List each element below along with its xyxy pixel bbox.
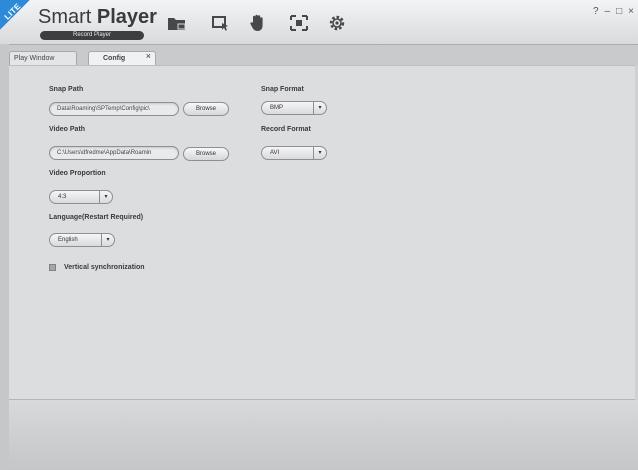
snap-format-value: BMP — [270, 105, 284, 111]
tab-play-window[interactable]: Play Window — [9, 51, 77, 65]
record-format-value: AVI — [270, 150, 280, 156]
language-select[interactable]: English ▾ — [49, 233, 115, 247]
app-subtitle: Record Player — [40, 31, 144, 40]
lite-badge: LITE — [0, 0, 30, 30]
folder-camera-icon[interactable] — [166, 12, 188, 34]
tab-config-label: Config — [103, 55, 126, 62]
app-title-bold: Player — [96, 6, 157, 28]
video-path-label: Video Path — [49, 126, 86, 133]
chevron-down-icon: ▾ — [99, 191, 112, 203]
chevron-down-icon: ▾ — [313, 147, 326, 159]
record-format-select[interactable]: AVI ▾ — [261, 146, 327, 160]
title-bar: LITE Smart Player Record Player ? – □ × — [0, 0, 638, 45]
tab-close-icon[interactable]: × — [146, 49, 151, 63]
snap-browse-button[interactable]: Browse — [183, 102, 229, 116]
help-button[interactable]: ? — [593, 6, 599, 17]
maximize-button[interactable]: □ — [616, 6, 622, 17]
close-button[interactable]: × — [628, 6, 634, 17]
vsync-checkbox[interactable] — [49, 264, 56, 271]
hand-icon[interactable] — [246, 12, 268, 34]
video-proportion-label: Video Proportion — [49, 170, 106, 177]
app-title: Smart Player — [38, 6, 157, 29]
language-value: English — [58, 237, 78, 243]
left-edge — [0, 44, 9, 470]
tab-play-window-label: Play Window — [14, 55, 55, 62]
snap-format-label: Snap Format — [261, 86, 304, 93]
language-label: Language(Restart Required) — [49, 214, 144, 221]
chevron-down-icon: ▾ — [101, 234, 114, 246]
record-format-label: Record Format — [261, 126, 311, 133]
video-path-field[interactable]: C:\Users\dfredme\AppData\Roamin — [49, 146, 179, 160]
tab-strip: Play Window Config × — [9, 45, 638, 65]
lite-badge-label: LITE — [2, 1, 23, 22]
bottom-bar — [9, 400, 638, 470]
tab-config[interactable]: Config × — [88, 51, 156, 65]
gear-icon[interactable] — [326, 12, 348, 34]
video-browse-button[interactable]: Browse — [183, 147, 229, 161]
fullscreen-icon[interactable] — [288, 12, 310, 34]
cursor-window-icon[interactable] — [210, 12, 232, 34]
app-window: LITE Smart Player Record Player ? – □ × … — [0, 0, 638, 470]
video-proportion-select[interactable]: 4:3 ▾ — [49, 190, 113, 204]
config-panel: Snap Path Data\Roaming\SPTemp\Config\pic… — [9, 65, 635, 400]
chevron-down-icon: ▾ — [313, 102, 326, 114]
app-title-light: Smart — [38, 6, 92, 28]
vsync-label: Vertical synchronization — [64, 264, 145, 271]
video-proportion-value: 4:3 — [58, 194, 67, 200]
minimize-button[interactable]: – — [605, 6, 611, 17]
snap-format-select[interactable]: BMP ▾ — [261, 101, 327, 115]
window-controls: ? – □ × — [593, 6, 634, 17]
snap-path-field[interactable]: Data\Roaming\SPTemp\Config\pic\ — [49, 102, 179, 116]
snap-path-label: Snap Path — [49, 86, 84, 93]
